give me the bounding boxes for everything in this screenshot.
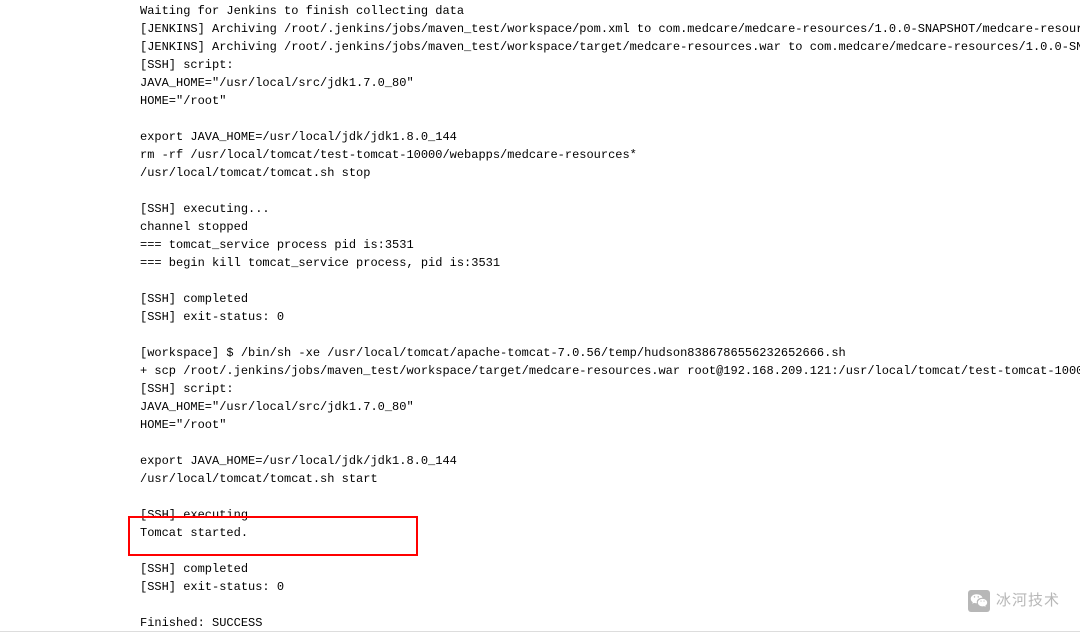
console-line: Waiting for Jenkins to finish collecting… [140,2,1080,20]
wechat-icon [968,590,990,612]
watermark-text: 冰河技术 [996,590,1060,613]
console-line [140,542,1080,560]
console-line: JAVA_HOME="/usr/local/src/jdk1.7.0_80" [140,74,1080,92]
console-line: export JAVA_HOME=/usr/local/jdk/jdk1.8.0… [140,452,1080,470]
console-line [140,326,1080,344]
watermark: 冰河技术 [968,590,1060,613]
console-line: Finished: SUCCESS [140,614,1080,632]
console-line: [SSH] completed [140,560,1080,578]
console-line: /usr/local/tomcat/tomcat.sh start [140,470,1080,488]
console-line: [SSH] exit-status: 0 [140,578,1080,596]
console-line: JAVA_HOME="/usr/local/src/jdk1.7.0_80" [140,398,1080,416]
console-line [140,596,1080,614]
console-line [140,272,1080,290]
console-line: [workspace] $ /bin/sh -xe /usr/local/tom… [140,344,1080,362]
console-line [140,434,1080,452]
console-line: + scp /root/.jenkins/jobs/maven_test/wor… [140,362,1080,380]
console-line: [SSH] executing... [140,200,1080,218]
console-line: [SSH] exit-status: 0 [140,308,1080,326]
console-line: channel stopped [140,218,1080,236]
console-line: HOME="/root" [140,416,1080,434]
console-line: [SSH] executing... [140,506,1080,524]
console-line: [JENKINS] Archiving /root/.jenkins/jobs/… [140,20,1080,38]
console-line: Tomcat started. [140,524,1080,542]
console-line: === tomcat_service process pid is:3531 [140,236,1080,254]
console-line: HOME="/root" [140,92,1080,110]
console-line [140,182,1080,200]
console-line: [SSH] completed [140,290,1080,308]
console-line: /usr/local/tomcat/tomcat.sh stop [140,164,1080,182]
jenkins-console-output: Waiting for Jenkins to finish collecting… [140,2,1080,632]
console-line: [SSH] script: [140,380,1080,398]
console-line: [JENKINS] Archiving /root/.jenkins/jobs/… [140,38,1080,56]
console-line [140,488,1080,506]
console-line: rm -rf /usr/local/tomcat/test-tomcat-100… [140,146,1080,164]
console-line [140,110,1080,128]
console-line: [SSH] script: [140,56,1080,74]
console-line: === begin kill tomcat_service process, p… [140,254,1080,272]
console-line: export JAVA_HOME=/usr/local/jdk/jdk1.8.0… [140,128,1080,146]
